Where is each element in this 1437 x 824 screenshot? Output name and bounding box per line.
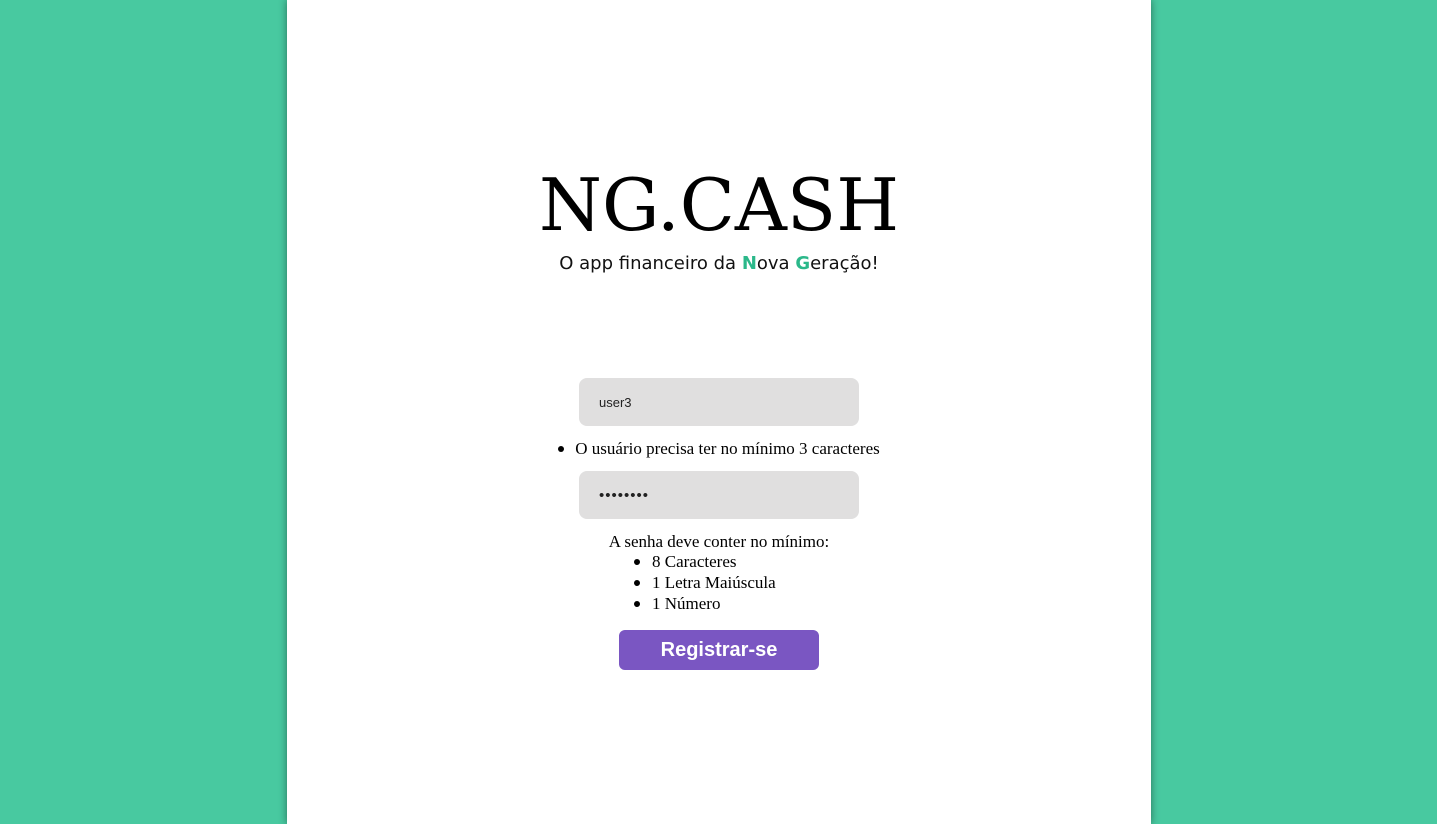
password-rule-item: 8 Caracteres <box>634 551 776 572</box>
password-rule-item: 1 Letra Maiúscula <box>634 572 776 593</box>
password-rule-text: 1 Letra Maiúscula <box>652 573 776 592</box>
logo-title: NG.CASH <box>538 163 900 247</box>
password-rule-text: 8 Caracteres <box>652 552 737 571</box>
tagline-highlight-g: G <box>795 253 811 274</box>
bullet-icon <box>634 580 640 586</box>
tagline-suffix: eração! <box>810 253 879 274</box>
register-button[interactable]: Registrar-se <box>619 630 819 670</box>
username-input[interactable] <box>579 378 859 426</box>
username-rule-text: O usuário precisa ter no mínimo 3 caract… <box>575 439 880 458</box>
tagline-middle: ova <box>756 253 796 274</box>
bullet-icon <box>558 446 565 453</box>
tagline-highlight-n: N <box>741 253 757 274</box>
password-input[interactable] <box>579 471 859 519</box>
bullet-icon <box>634 601 640 607</box>
password-rule-item: 1 Número <box>634 593 776 614</box>
bullet-icon <box>634 559 640 565</box>
tagline: O app financeiro da Nova Geração! <box>287 252 1151 276</box>
tagline-prefix: O app financeiro da <box>559 253 742 274</box>
password-rule-text: 1 Número <box>652 594 721 613</box>
password-rules-list: 8 Caracteres 1 Letra Maiúscula 1 Número <box>634 551 776 614</box>
register-panel: NG.CASH O app financeiro da Nova Geração… <box>287 0 1151 824</box>
username-rule: O usuário precisa ter no mínimo 3 caract… <box>287 437 1151 461</box>
